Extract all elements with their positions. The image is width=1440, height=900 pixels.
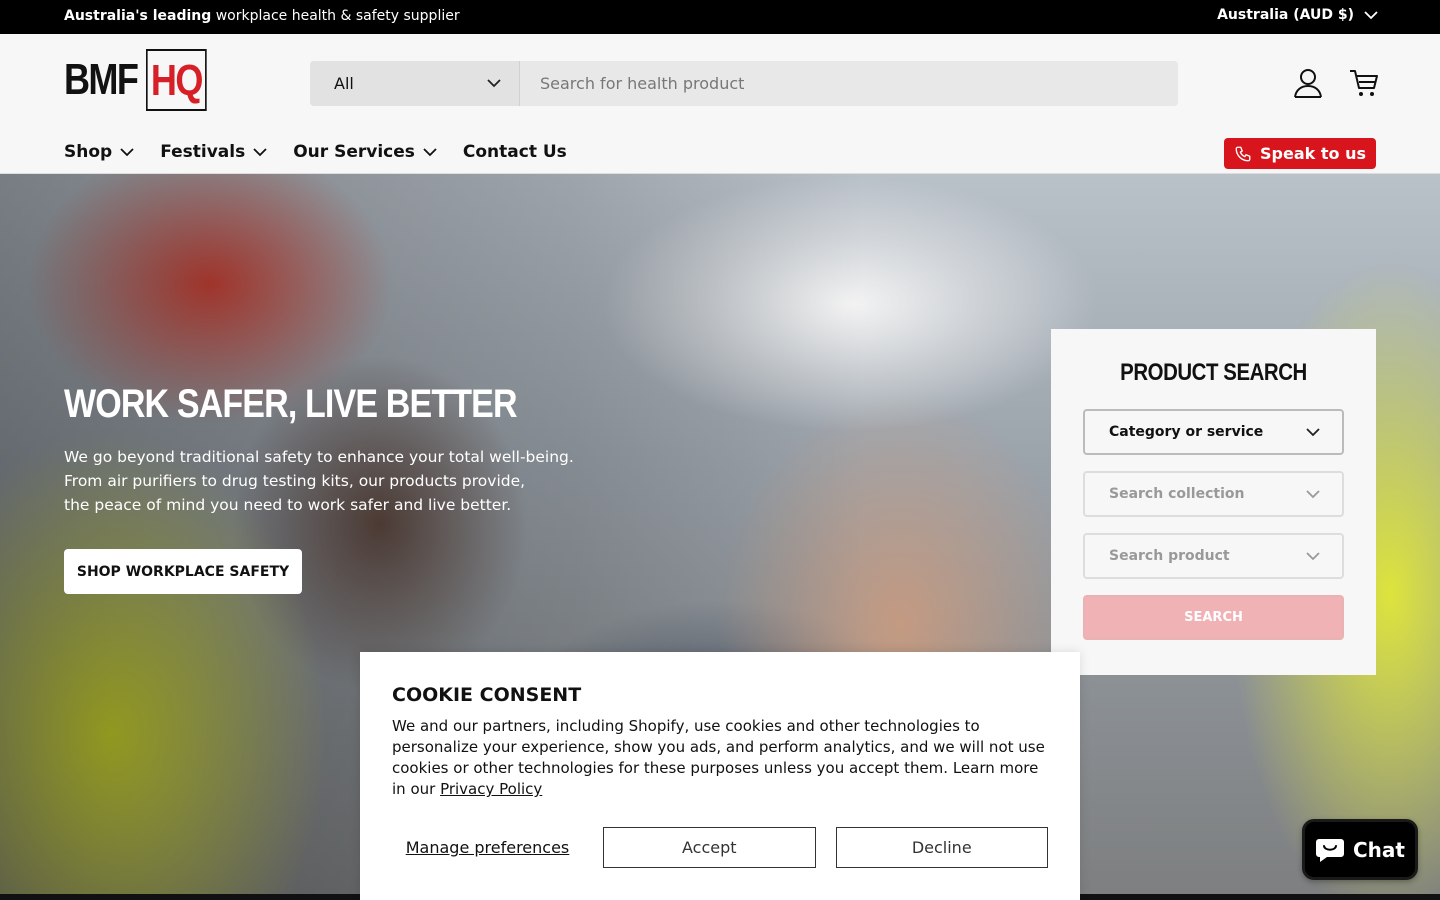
product-search-panel: PRODUCT SEARCH Category or service Searc…	[1051, 329, 1376, 675]
cookie-consent-title: COOKIE CONSENT	[392, 684, 582, 706]
site-header: BMF HQ All Shop Festivals Our Services C…	[0, 34, 1440, 174]
nav-item-label: Shop	[64, 142, 113, 162]
chevron-down-icon	[487, 79, 501, 88]
logo-text-hq: HQ	[146, 49, 207, 111]
chevron-down-icon	[120, 147, 134, 156]
announcement-bar: Australia's leading workplace health & s…	[0, 0, 1440, 34]
product-search-title: PRODUCT SEARCH	[1120, 359, 1307, 386]
nav-item-contact-us[interactable]: Contact Us	[463, 142, 567, 162]
cookie-actions: Manage preferences Accept Decline	[392, 827, 1048, 868]
collection-select[interactable]: Search collection	[1083, 471, 1344, 517]
product-search-button[interactable]: SEARCH	[1083, 595, 1344, 640]
collection-select-label: Search collection	[1109, 486, 1245, 502]
privacy-policy-link[interactable]: Privacy Policy	[440, 780, 542, 798]
hero-subtitle-line: From air purifiers to drug testing kits,…	[64, 472, 526, 490]
logo-text-bmf: BMF	[64, 55, 139, 104]
phone-icon	[1235, 146, 1251, 161]
announcement-text: workplace health & safety supplier	[211, 8, 460, 24]
product-select[interactable]: Search product	[1083, 533, 1344, 579]
chat-label: Chat	[1353, 837, 1405, 862]
nav-item-label: Our Services	[293, 142, 415, 162]
search-category-select[interactable]: All	[310, 61, 520, 106]
cookie-consent-dialog: COOKIE CONSENT We and our partners, incl…	[360, 652, 1080, 900]
manage-preferences-link[interactable]: Manage preferences	[392, 827, 583, 868]
chevron-down-icon	[1306, 551, 1320, 560]
hero-subtitle-line: the peace of mind you need to work safer…	[64, 496, 512, 514]
chevron-down-icon	[1306, 489, 1320, 498]
chevron-down-icon	[1364, 10, 1378, 19]
site-logo[interactable]: BMF HQ	[64, 49, 214, 111]
category-select[interactable]: Category or service	[1083, 409, 1344, 455]
chevron-down-icon	[423, 147, 437, 156]
decline-button[interactable]: Decline	[835, 827, 1048, 868]
cookie-consent-text: We and our partners, including Shopify, …	[392, 716, 1048, 800]
speak-to-us-label: Speak to us	[1260, 144, 1366, 163]
cart-icon[interactable]	[1347, 66, 1381, 100]
category-select-label: Category or service	[1109, 424, 1264, 440]
chevron-down-icon	[1306, 427, 1320, 436]
hero-title: WORK SAFER, LIVE BETTER	[64, 382, 518, 426]
currency-selector[interactable]: Australia (AUD $)	[1217, 7, 1378, 23]
nav-item-label: Festivals	[160, 142, 246, 162]
account-icon[interactable]	[1291, 66, 1325, 100]
currency-label: Australia (AUD $)	[1217, 7, 1354, 23]
chat-button[interactable]: Chat	[1302, 819, 1418, 880]
search-category-value: All	[334, 74, 354, 93]
search-input[interactable]	[520, 61, 1178, 106]
main-nav: Shop Festivals Our Services Contact Us	[64, 142, 567, 162]
search-bar: All	[310, 61, 1178, 106]
announcement-message: Australia's leading workplace health & s…	[64, 8, 460, 24]
hero-content: WORK SAFER, LIVE BETTER We go beyond tra…	[64, 382, 597, 594]
shop-workplace-safety-button[interactable]: SHOP WORKPLACE SAFETY	[64, 549, 302, 594]
hero-subtitle-line: We go beyond traditional safety to enhan…	[64, 448, 574, 466]
nav-item-label: Contact Us	[462, 142, 567, 162]
product-select-label: Search product	[1109, 548, 1230, 564]
chat-bubble-icon	[1316, 838, 1344, 862]
hero-subtitle: We go beyond traditional safety to enhan…	[64, 445, 574, 517]
speak-to-us-button[interactable]: Speak to us	[1224, 138, 1376, 169]
nav-item-our-services[interactable]: Our Services	[293, 142, 437, 162]
accept-button[interactable]: Accept	[603, 827, 816, 868]
nav-item-shop[interactable]: Shop	[64, 142, 134, 162]
announcement-bold: Australia's leading	[64, 8, 212, 24]
chevron-down-icon	[253, 147, 267, 156]
nav-item-festivals[interactable]: Festivals	[160, 142, 267, 162]
